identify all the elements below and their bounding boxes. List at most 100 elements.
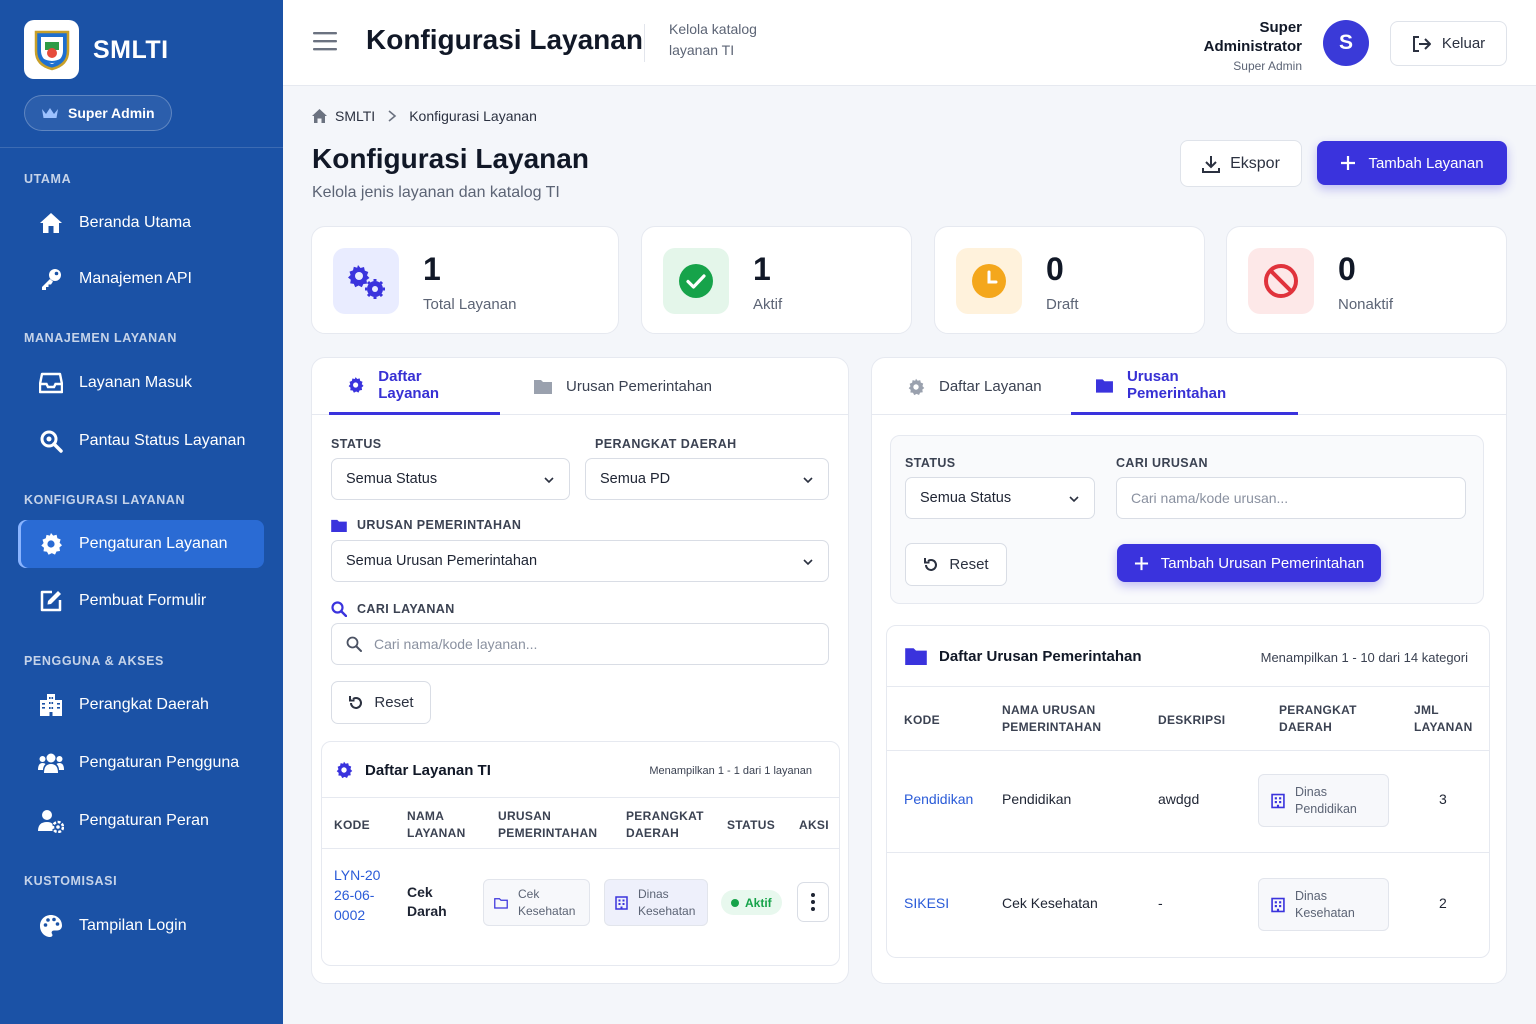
urusan-code-link[interactable]: Pendidikan [904,791,973,807]
pd-filter-label: PERANGKAT DAERAH [595,437,737,451]
th-perangkat-daerah: PERANGKAT DAERAH [1279,703,1357,734]
clock-icon [956,248,1022,314]
inbox-icon [38,370,64,396]
download-icon [1202,155,1221,173]
status-select[interactable]: Semua Status [905,477,1095,519]
header-divider [644,24,645,62]
divider [887,750,1489,751]
service-list-count: Menampilkan 1 - 1 dari 1 layanan [649,765,812,777]
chevron-down-icon [803,477,813,484]
reset-button[interactable]: Reset [905,543,1007,586]
left-panel: Daftar Layanan Urusan Pemerintahan STATU… [311,357,849,984]
urusan-select[interactable]: Semua Urusan Pemerintahan [331,540,829,582]
urusan-filter-label: URUSAN PEMERINTAHAN [331,518,521,532]
status-select-value: Semua Status [346,471,438,487]
th-nama-urusan: NAMA URUSAN PEMERINTAHAN [1002,703,1102,734]
sidebar-item-pembuat-formulir[interactable]: Pembuat Formulir [18,577,264,625]
sidebar-item-label: Pengaturan Pengguna [79,754,240,771]
gears-icon [333,248,399,314]
menu-toggle[interactable] [313,31,337,51]
stat-label: Aktif [753,296,783,313]
breadcrumb-root[interactable]: SMLTI [335,108,375,124]
service-code-link[interactable]: LYN-2026-06-0002 [334,865,382,925]
chevron-down-icon [803,559,813,566]
palette-icon [38,913,64,939]
status-badge-text: Aktif [745,895,772,910]
reset-label: Reset [949,556,989,573]
user-role: Super Admin [1233,59,1302,73]
sidebar-item-perangkat-daerah[interactable]: Perangkat Daerah [18,681,264,729]
building-icon [1271,793,1285,808]
service-list-card: Daftar Layanan TI Menampilkan 1 - 1 dari… [321,741,840,966]
tab-daftar-layanan[interactable]: Daftar Layanan [907,358,1042,415]
pd-tag: Dinas Pendidikan [1258,774,1389,827]
role-pill: Super Admin [24,95,172,131]
building-icon [1271,897,1285,912]
tab-urusan-pemerintahan[interactable]: Urusan Pemerintahan [534,358,712,415]
sidebar-item-pengaturan-layanan[interactable]: Pengaturan Layanan [18,520,264,568]
th-urusan: URUSAN PEMERINTAHAN [498,809,598,840]
add-service-button[interactable]: Tambah Layanan [1317,141,1507,185]
urusan-tag: Cek Kesehatan [483,879,590,926]
sidebar-item-api[interactable]: Manajemen API [18,255,264,303]
tab-urusan-pemerintahan[interactable]: Urusan Pemerintahan [1071,358,1298,415]
sidebar-item-label: Pembuat Formulir [79,592,207,609]
chevron-right-icon [388,110,397,122]
urusan-search-input[interactable]: Cari nama/kode urusan... [1116,477,1466,519]
row-actions-button[interactable] [797,882,829,922]
service-name: Cek Darah [407,884,447,919]
service-search-input[interactable]: Cari nama/kode layanan... [331,623,829,665]
th-nama-layanan: NAMA LAYANAN [407,809,466,840]
sidebar-item-label: Pengaturan Layanan [79,535,228,552]
app-logo[interactable] [24,20,79,79]
urusan-list-card: Daftar Urusan Pemerintahan Menampilkan 1… [886,625,1490,958]
urusan-code-link[interactable]: SIKESI [904,895,949,911]
logout-label: Keluar [1441,35,1486,52]
home-icon [312,109,327,123]
user-info: Super Administrator Super Admin [1162,18,1302,73]
urusan-list-title-text: Daftar Urusan Pemerintahan [939,647,1142,665]
urusan-list-title: Daftar Urusan Pemerintahan [905,647,1142,665]
add-urusan-button[interactable]: Tambah Urusan Pemerintahan [1117,544,1381,582]
status-filter-label: STATUS [905,456,956,470]
urusan-list-count: Menampilkan 1 - 10 dari 14 kategori [1260,650,1468,665]
search-filter-label: CARI LAYANAN [331,601,455,617]
status-dot-icon [731,898,739,907]
gear-icon [908,378,925,395]
sidebar-item-tampilan-login[interactable]: Tampilan Login [18,902,264,950]
urusan-search-placeholder: Cari nama/kode urusan... [1131,490,1289,506]
pd-select[interactable]: Semua PD [585,458,829,500]
th-perangkat-daerah: PERANGKAT DAERAH [626,809,704,840]
stat-label: Nonaktif [1338,296,1394,313]
sidebar-item-pengaturan-peran[interactable]: Pengaturan Peran [18,797,264,845]
tab-label: Daftar Layanan [939,378,1042,395]
home-icon [38,210,64,236]
urusan-search-label: CARI URUSAN [1116,456,1208,470]
sidebar-item-pantau-status[interactable]: Pantau Status Layanan [18,417,264,465]
export-label: Ekspor [1230,154,1280,172]
reset-label: Reset [374,694,414,711]
sidebar-item-beranda[interactable]: Beranda Utama [18,199,264,247]
sidebar-item-layanan-masuk[interactable]: Layanan Masuk [18,359,264,407]
search-icon [331,601,347,617]
sidebar-item-pengaturan-pengguna[interactable]: Pengaturan Pengguna [18,739,264,787]
status-select[interactable]: Semua Status [331,458,570,500]
status-select-value: Semua Status [920,490,1012,506]
edit-icon [38,588,64,614]
sidebar-item-label: Pantau Status Layanan [79,432,246,449]
tab-daftar-layanan[interactable]: Daftar Layanan [329,358,500,415]
divider [887,852,1489,853]
avatar[interactable]: S [1323,20,1369,66]
urusan-select-value: Semua Urusan Pemerintahan [346,553,538,569]
sidebar-item-label: Pengaturan Peran [79,812,209,829]
urusan-description: - [1158,895,1163,911]
stat-card-nonaktif: 0 Nonaktif [1226,226,1507,334]
th-kode: KODE [904,713,940,727]
chevron-down-icon [1069,496,1079,503]
stat-value: 1 [423,251,441,287]
export-button[interactable]: Ekspor [1180,140,1302,187]
logout-button[interactable]: Keluar [1390,21,1507,66]
ban-icon [1248,248,1314,314]
reset-button[interactable]: Reset [331,681,431,724]
pd-tag-text: Dinas Kesehatan [1295,888,1355,920]
